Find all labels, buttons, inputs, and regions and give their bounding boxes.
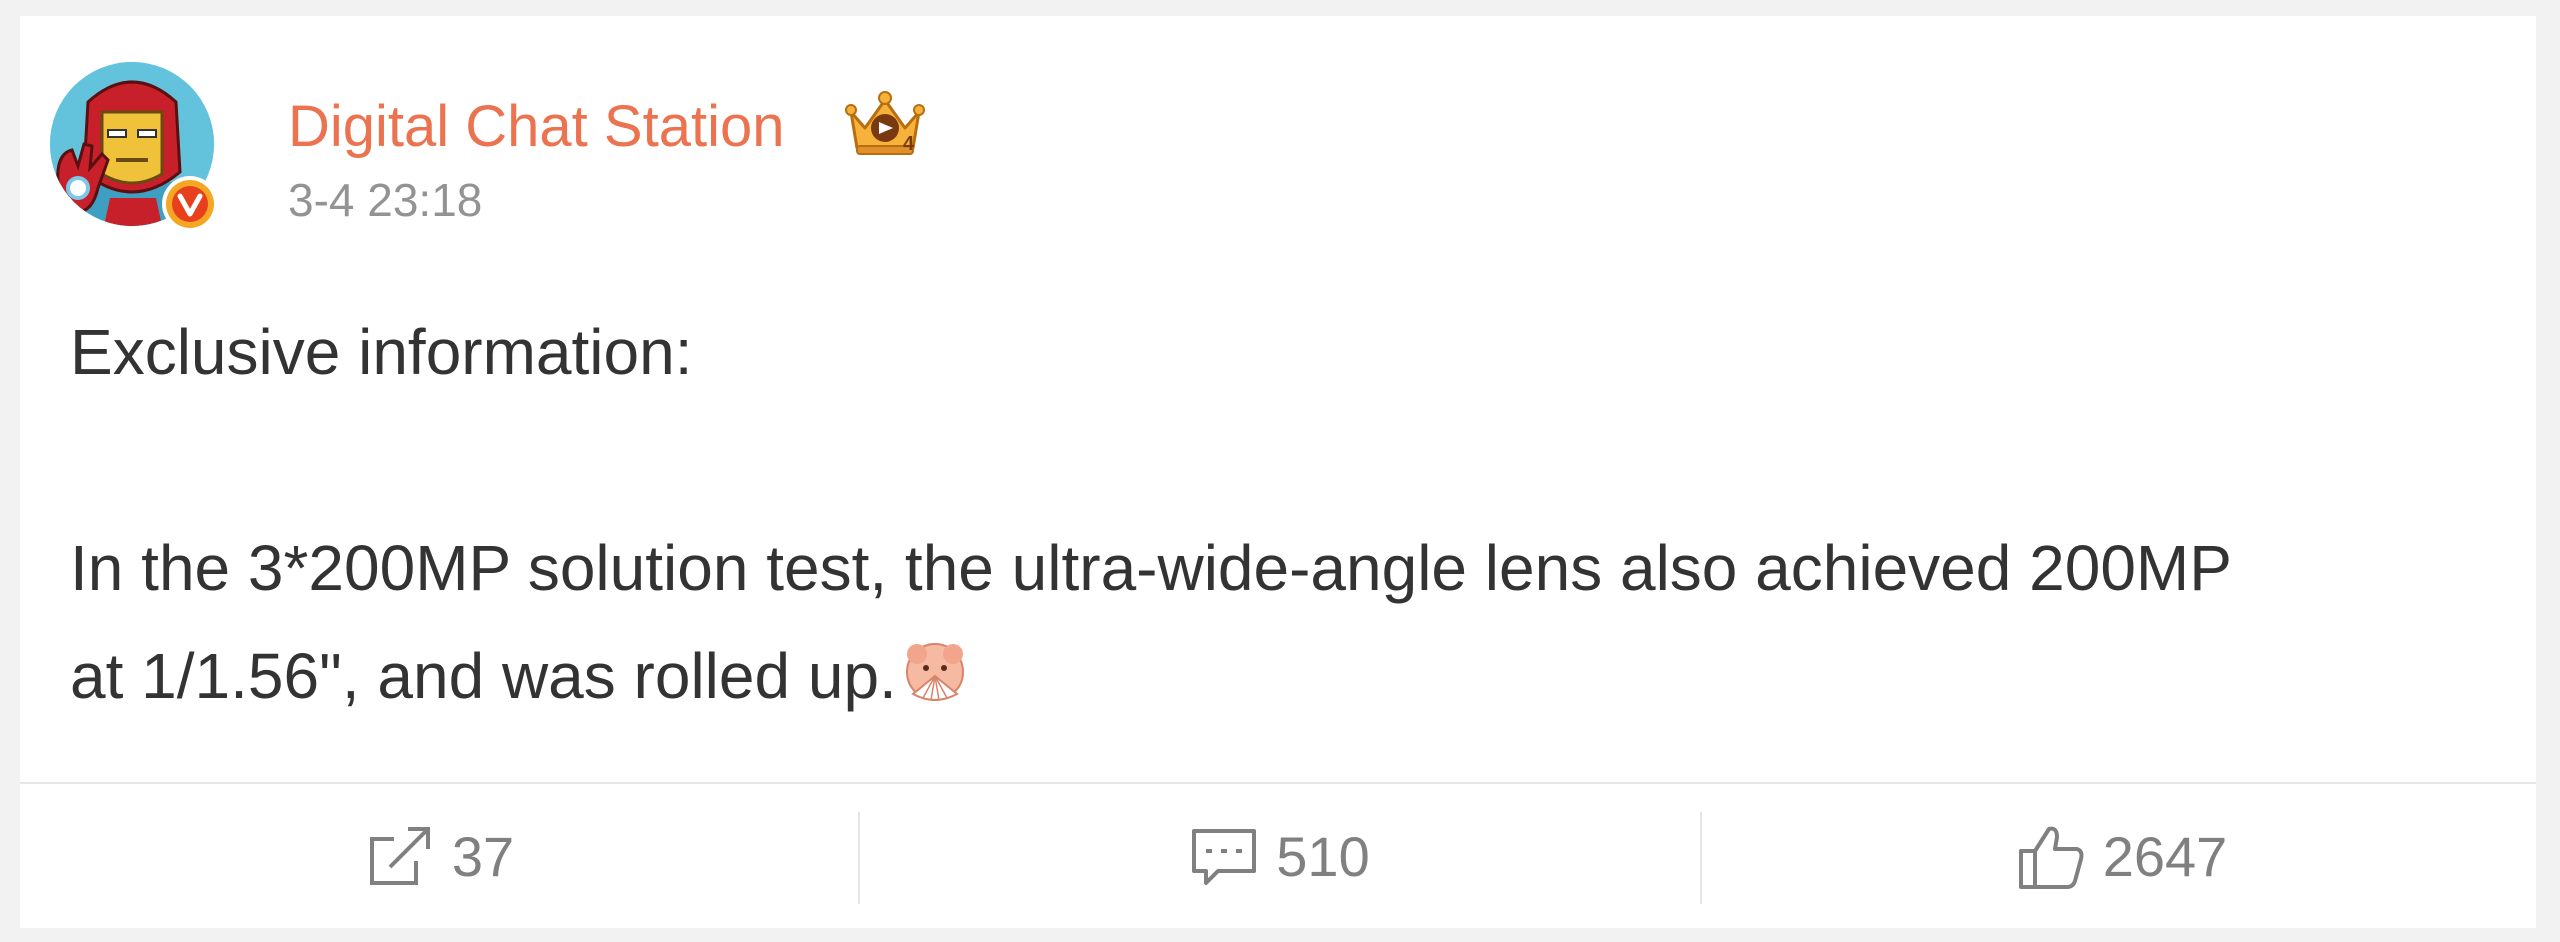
svg-text:4: 4 (903, 133, 915, 155)
content-line-2: In the 3*200MP solution test, the ultra-… (70, 532, 2232, 604)
verified-v-badge-icon (162, 176, 218, 232)
like-count: 2647 (2102, 825, 2228, 888)
comment-count: 510 (1276, 825, 1370, 888)
repost-count: 37 (451, 825, 515, 888)
content-line-3-wrap: at 1/1.56", and was rolled up. (70, 622, 2510, 730)
repost-icon (364, 821, 436, 893)
comment-button[interactable]: 510 (860, 784, 1698, 930)
post-action-bar: 37 510 2647 (20, 782, 2536, 930)
thumbs-up-icon (2015, 821, 2087, 893)
author-name-link[interactable]: Digital Chat Station (288, 92, 784, 162)
fan-face-emoji-icon (901, 632, 969, 704)
comment-icon (1188, 821, 1260, 893)
avatar[interactable] (50, 62, 218, 232)
post-content: Exclusive information: In the 3*200MP so… (70, 298, 2510, 730)
content-line-3: at 1/1.56", and was rolled up. (70, 640, 897, 712)
crown-badge-icon[interactable]: 4 (843, 90, 927, 160)
like-button[interactable]: 2647 (1702, 784, 2540, 930)
content-line-1: Exclusive information: (70, 316, 693, 388)
repost-button[interactable]: 37 (20, 784, 858, 930)
post-timestamp[interactable]: 3-4 23:18 (288, 172, 482, 228)
